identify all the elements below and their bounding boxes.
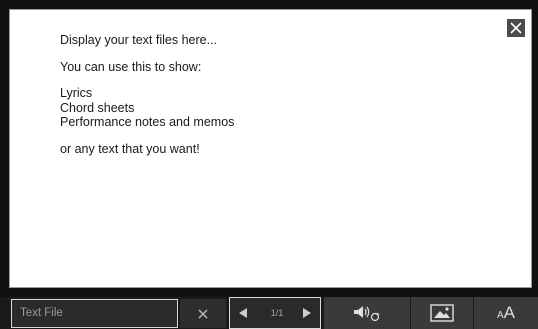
audio-link-button[interactable] [324, 297, 410, 329]
text-line: Lyrics [60, 86, 93, 100]
image-icon [430, 304, 454, 322]
text-file-field[interactable]: Text File [11, 299, 178, 328]
image-button[interactable] [411, 297, 473, 329]
clear-file-button[interactable] [180, 299, 226, 328]
font-size-button[interactable]: A A [474, 297, 538, 329]
speaker-loop-icon [354, 306, 380, 322]
page-indicator: 1/1 [270, 308, 284, 318]
text-line: Display your text files here... [60, 33, 218, 47]
text-display-panel: Display your text files here... You can … [9, 9, 532, 288]
close-icon [510, 22, 522, 34]
triangle-left-icon[interactable] [238, 307, 248, 319]
close-button[interactable] [507, 19, 525, 37]
triangle-right-icon[interactable] [302, 307, 312, 319]
text-file-placeholder: Text File [20, 307, 63, 319]
font-size-small-label: A [496, 309, 504, 321]
text-line: Chord sheets [60, 100, 135, 115]
font-size-large-label: A [503, 303, 515, 322]
text-line: or any text that you want! [60, 141, 200, 156]
text-line: You can use this to show: [60, 59, 202, 74]
text-viewer-window: Display your text files here... You can … [0, 0, 538, 329]
text-line: Performance notes and memos [60, 115, 235, 129]
page-navigator: 1/1 [229, 297, 321, 329]
text-content: Display your text files here... You can … [60, 33, 471, 156]
clear-x-icon [198, 309, 208, 318]
